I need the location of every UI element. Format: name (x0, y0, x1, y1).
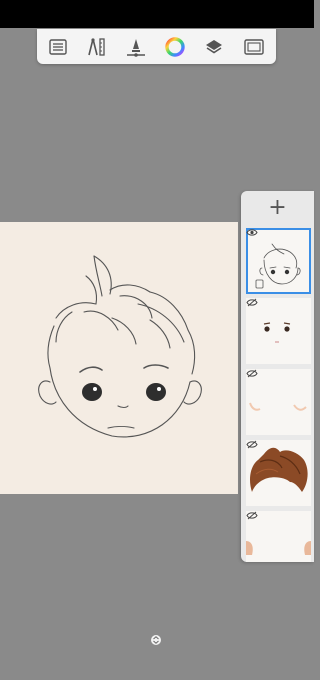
layer-thumbnail-hair[interactable] (246, 440, 311, 506)
boy-face-sketch (38, 255, 202, 438)
drawing-canvas[interactable] (0, 222, 238, 494)
layer-thumbnail-facial-features[interactable] (246, 298, 311, 364)
eye-hidden-icon[interactable] (246, 511, 258, 520)
layer-thumbnail-blush[interactable] (246, 369, 311, 435)
line-art-thumbnail (255, 243, 301, 289)
layers-icon (205, 39, 222, 53)
list-icon (48, 38, 67, 55)
layer-thumbnail-skin[interactable] (246, 511, 311, 562)
layers-button[interactable] (194, 29, 233, 64)
top-toolbar (37, 29, 276, 64)
color-picker-button[interactable] (155, 29, 194, 64)
frame-icon (243, 38, 264, 55)
expand-handle-icon[interactable] (150, 634, 162, 646)
ruler-button[interactable] (77, 29, 116, 64)
eye-icon[interactable] (246, 228, 258, 237)
facial-features-thumbnail (263, 322, 291, 343)
brush-size-button[interactable] (116, 29, 155, 64)
layers-panel: + (241, 191, 314, 562)
add-layer-button[interactable]: + (241, 191, 314, 224)
frame-button[interactable] (234, 29, 273, 64)
ruler-compass-icon (87, 37, 105, 56)
layer-thumbnail-line-art[interactable] (246, 228, 311, 294)
list-button[interactable] (38, 29, 77, 64)
hair-thumbnail (250, 447, 308, 492)
status-bar (0, 0, 314, 28)
eye-hidden-icon[interactable] (246, 369, 258, 378)
eye-hidden-icon[interactable] (246, 298, 258, 307)
brush-size-icon (126, 38, 145, 57)
color-wheel-icon (164, 36, 185, 57)
blush-thumbnail (249, 402, 307, 411)
eye-hidden-icon[interactable] (246, 440, 258, 449)
